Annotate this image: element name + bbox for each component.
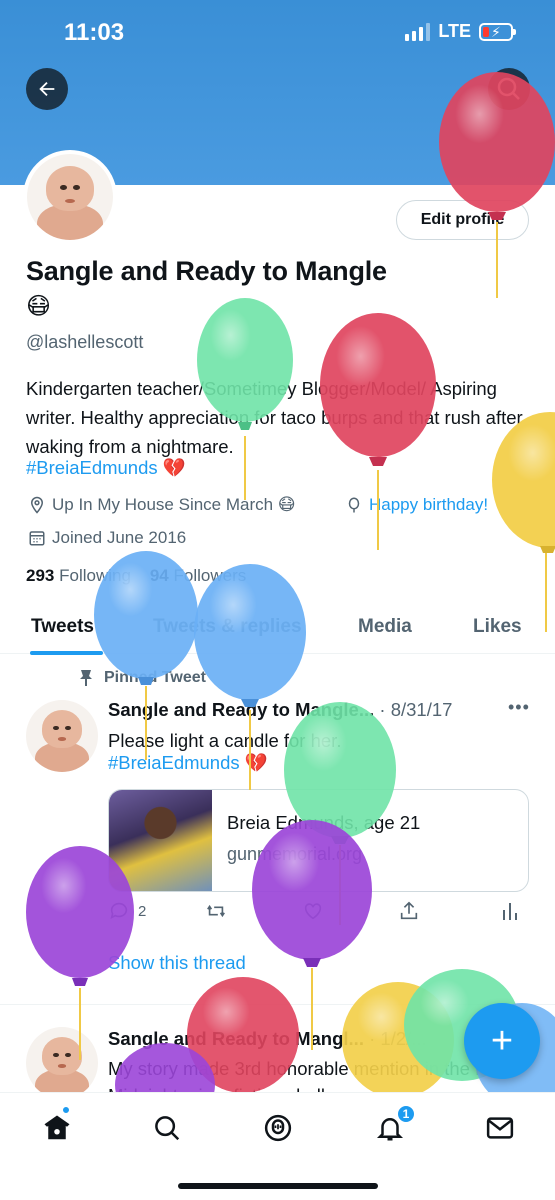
- location-pin-icon: [30, 496, 44, 514]
- link-card-title: Breia Edmunds, age 21: [227, 812, 421, 833]
- location-text: Up In My House Since March 😷: [52, 495, 296, 514]
- broken-heart-icon: 💔: [162, 457, 186, 478]
- analytics-button[interactable]: [500, 900, 520, 922]
- joined-text: Joined June 2016: [52, 528, 187, 547]
- following-label: Following: [59, 566, 131, 585]
- profile-handle: @lashellescott: [26, 332, 144, 352]
- tab-explore[interactable]: [150, 1111, 184, 1145]
- pinned-label: Pinned Tweet: [78, 669, 206, 687]
- share-icon: [400, 901, 418, 920]
- calendar-icon: [29, 531, 45, 546]
- show-thread-link[interactable]: Show this thread: [108, 952, 246, 974]
- search-button[interactable]: [488, 68, 530, 110]
- tweet-header: Sangle and Ready to Mangl... · 1/2/...: [108, 1028, 427, 1050]
- tweet-header: Sangle and Ready to Mangle... · 8/31/17: [108, 699, 452, 721]
- profile-bio: Kindergarten teacher/Sometimey Blogger/M…: [26, 378, 523, 457]
- analytics-icon: [503, 903, 517, 920]
- followers-label: Followers: [173, 566, 247, 585]
- tweet-avatar[interactable]: [26, 1027, 98, 1099]
- network-label: LTE: [438, 21, 471, 41]
- followers-count: 94: [149, 566, 169, 585]
- mail-icon: [486, 1117, 514, 1139]
- reply-button[interactable]: 2: [108, 900, 146, 922]
- tab-tweets-replies[interactable]: Tweets & replies: [153, 616, 302, 638]
- tweet-hashtag-text[interactable]: #BreiaEdmunds: [108, 752, 240, 773]
- home-indicator: [178, 1183, 378, 1189]
- follow-stats: 293 Following 94 Followers: [26, 566, 246, 586]
- tab-spaces[interactable]: [261, 1111, 295, 1145]
- profile-name-emoji: 😷: [26, 293, 52, 320]
- profile-joined: Joined June 2016: [28, 528, 186, 548]
- tweet-avatar[interactable]: [26, 700, 98, 772]
- bio-hashtag-text[interactable]: #BreiaEdmunds: [26, 457, 158, 478]
- signal-icon: [405, 22, 431, 41]
- tweet-date: · 1/2/...: [369, 1028, 427, 1049]
- tab-messages[interactable]: [483, 1111, 517, 1145]
- search-icon: [497, 77, 520, 100]
- tweet-more-button[interactable]: •••: [508, 697, 530, 718]
- profile-name: Sangle and Ready to Mangle: [26, 256, 387, 286]
- spaces-icon: [264, 1114, 292, 1142]
- home-icon: [44, 1115, 70, 1140]
- search-icon: [155, 1116, 180, 1141]
- active-tab-indicator: [30, 651, 103, 655]
- compose-tweet-button[interactable]: +: [464, 1003, 540, 1079]
- tweet-hashtag[interactable]: #BreiaEdmunds 💔: [108, 752, 268, 774]
- link-card-image: [109, 790, 212, 891]
- following-link[interactable]: 293 Following: [26, 566, 131, 585]
- following-count: 293: [26, 566, 55, 585]
- edit-profile-button[interactable]: Edit profile: [396, 200, 529, 240]
- birthday-link[interactable]: Happy birthday!: [369, 495, 488, 515]
- tab-home[interactable]: [40, 1111, 74, 1145]
- followers-link[interactable]: 94 Followers: [150, 566, 246, 585]
- more-icon: •••: [508, 697, 530, 717]
- notification-badge: 1: [396, 1104, 416, 1124]
- status-time: 11:03: [64, 19, 125, 46]
- pinned-label-text: Pinned Tweet: [104, 669, 206, 686]
- tweet-author[interactable]: Sangle and Ready to Mangl...: [108, 1028, 364, 1049]
- balloon-icon: [348, 497, 360, 513]
- retweet-button[interactable]: [204, 900, 228, 922]
- reply-icon: [110, 902, 128, 919]
- tweet-author[interactable]: Sangle and Ready to Mangle...: [108, 699, 374, 720]
- heart-icon: [304, 903, 322, 920]
- profile-avatar[interactable]: [23, 150, 117, 244]
- profile-location: Up In My House Since March 😷: [28, 495, 296, 515]
- tab-tweets[interactable]: Tweets: [31, 616, 94, 638]
- link-card-domain: gunmemorial.org: [227, 844, 363, 864]
- tweet-date: · 8/31/17: [379, 699, 453, 720]
- retweet-icon: [207, 904, 225, 918]
- bio-hashtag[interactable]: #BreiaEdmunds 💔: [26, 457, 186, 479]
- back-button[interactable]: [26, 68, 68, 110]
- battery-icon: ⚡: [479, 22, 516, 41]
- arrow-left-icon: [39, 81, 55, 97]
- tweet-text: Please light a candle for her.: [108, 730, 342, 751]
- status-right: LTE ⚡: [405, 21, 516, 42]
- like-button[interactable]: [302, 900, 324, 922]
- reply-count: 2: [138, 902, 147, 920]
- tab-media[interactable]: Media: [358, 616, 412, 638]
- profile-tabs: Tweets Tweets & replies Media Likes: [0, 604, 555, 655]
- pin-icon: [80, 670, 92, 686]
- status-bar: 11:03 LTE ⚡: [0, 0, 555, 64]
- tab-likes[interactable]: Likes: [473, 616, 522, 638]
- tweet-divider: [0, 1004, 555, 1005]
- home-new-indicator: [61, 1105, 71, 1115]
- profile-birthday[interactable]: Happy birthday!: [345, 495, 488, 515]
- share-button[interactable]: [398, 900, 420, 922]
- tweet-actions: 2: [108, 900, 528, 930]
- broken-heart-icon: 💔: [244, 752, 268, 773]
- link-card[interactable]: Breia Edmunds, age 21 gunmemorial.org: [108, 789, 529, 892]
